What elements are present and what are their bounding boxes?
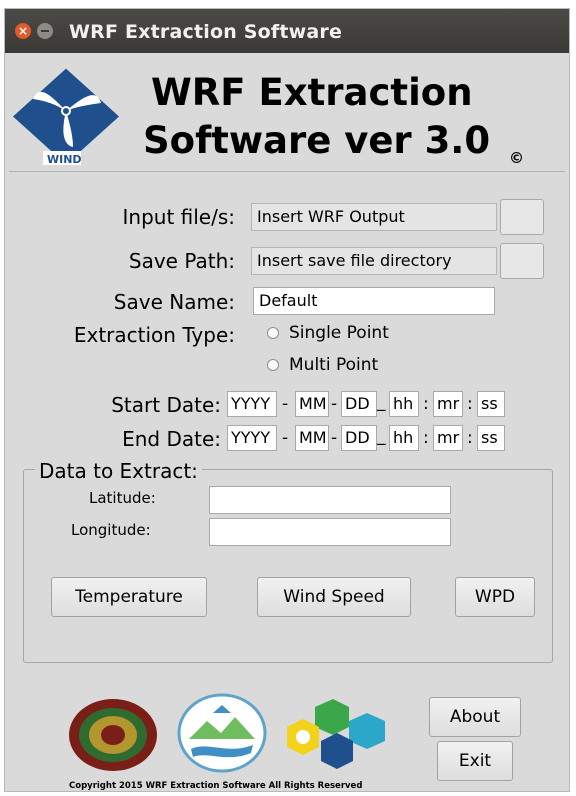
header-title-line1: WRF Extraction xyxy=(151,71,473,114)
end-hour-input[interactable]: hh xyxy=(389,425,419,451)
end-day-input[interactable]: DD xyxy=(341,425,377,451)
wind-logo-text: WIND xyxy=(47,153,82,166)
start-day-input[interactable]: DD xyxy=(341,391,377,417)
data-to-extract-title: Data to Extract: xyxy=(35,459,202,483)
latitude-input[interactable] xyxy=(209,486,451,514)
start-date-label: Start Date: xyxy=(111,393,221,417)
start-minute-input[interactable]: mr xyxy=(433,391,463,417)
date-separator: - xyxy=(331,394,338,414)
longitude-label: Longitude: xyxy=(71,521,151,539)
copyright-text: Copyright 2015 WRF Extraction Software A… xyxy=(69,781,363,791)
date-separator: - xyxy=(282,394,289,414)
time-separator: : xyxy=(423,394,429,414)
end-month-input[interactable]: MM xyxy=(295,425,329,451)
save-name-input[interactable]: Default xyxy=(253,287,495,315)
watershed-logo xyxy=(177,693,267,773)
close-icon[interactable]: × xyxy=(15,23,31,39)
copyright-symbol: © xyxy=(509,149,524,167)
save-path-browse-button[interactable] xyxy=(500,243,544,279)
window-title: WRF Extraction Software xyxy=(69,21,343,43)
about-button[interactable]: About xyxy=(429,697,521,737)
minimize-icon[interactable] xyxy=(37,23,53,39)
radio-single-point-label: Single Point xyxy=(289,323,389,343)
radio-icon xyxy=(267,327,279,339)
longitude-input[interactable] xyxy=(209,518,451,546)
save-name-label: Save Name: xyxy=(113,290,235,314)
temperature-button[interactable]: Temperature xyxy=(51,577,207,617)
input-files-browse-button[interactable] xyxy=(500,199,544,235)
exit-button[interactable]: Exit xyxy=(437,741,513,781)
start-hour-input[interactable]: hh xyxy=(389,391,419,417)
start-second-input[interactable]: ss xyxy=(477,391,505,417)
date-separator: - xyxy=(282,428,289,448)
time-separator: : xyxy=(467,428,473,448)
app-window: × WRF Extraction Software WIND WRF Extra… xyxy=(4,8,570,792)
wind-speed-button[interactable]: Wind Speed xyxy=(257,577,411,617)
end-second-input[interactable]: ss xyxy=(477,425,505,451)
wind-logo: WIND xyxy=(13,68,119,166)
radio-single-point[interactable]: Single Point xyxy=(267,323,389,343)
title-bar: × WRF Extraction Software xyxy=(5,9,569,53)
end-date-label: End Date: xyxy=(122,427,221,451)
input-files-field[interactable]: Insert WRF Output xyxy=(251,203,497,231)
input-files-label: Input file/s: xyxy=(122,205,236,229)
wpd-button[interactable]: WPD xyxy=(455,577,535,617)
header-title-line2: Software ver 3.0 xyxy=(143,119,491,162)
start-year-input[interactable]: YYYY xyxy=(227,391,277,417)
time-separator: : xyxy=(423,428,429,448)
radio-multi-point-label: Multi Point xyxy=(289,355,379,375)
latitude-label: Latitude: xyxy=(89,489,156,507)
datetime-separator: _ xyxy=(377,426,386,446)
radio-multi-point[interactable]: Multi Point xyxy=(267,355,378,375)
extraction-type-label: Extraction Type: xyxy=(73,323,235,347)
end-minute-input[interactable]: mr xyxy=(433,425,463,451)
date-separator: - xyxy=(331,428,338,448)
time-separator: : xyxy=(467,394,473,414)
end-year-input[interactable]: YYYY xyxy=(227,425,277,451)
up-seal-logo xyxy=(69,699,157,771)
start-month-input[interactable]: MM xyxy=(295,391,329,417)
save-path-label: Save Path: xyxy=(128,249,235,273)
save-path-field[interactable]: Insert save file directory xyxy=(251,247,497,275)
radio-icon xyxy=(267,359,279,371)
energy-logo xyxy=(287,699,385,769)
datetime-separator: _ xyxy=(377,392,386,412)
